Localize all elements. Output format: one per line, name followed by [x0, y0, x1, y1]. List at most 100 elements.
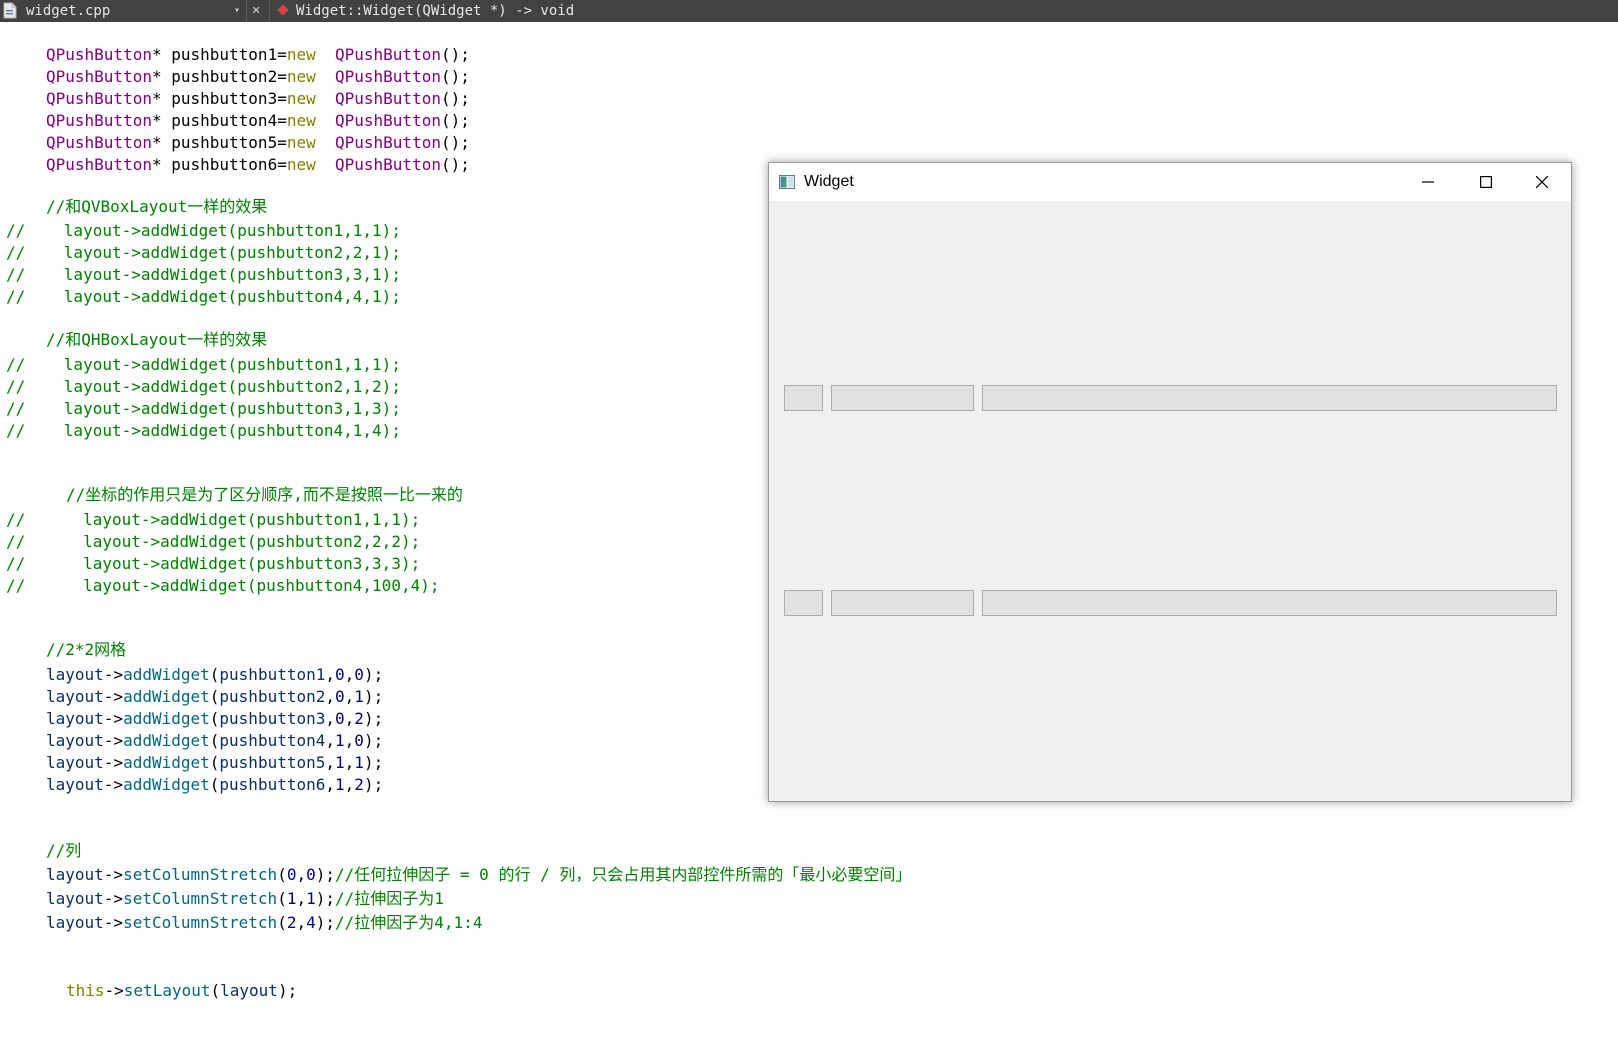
code-comment: // layout->addWidget(pushbutton4,100,4);	[6, 576, 440, 595]
code-token: 0	[335, 709, 345, 728]
code-token: ,	[296, 865, 307, 884]
code-line: layout->addWidget(pushbutton5,1,1);	[46, 753, 383, 773]
code-token: //拉伸因子为4,1:4	[335, 913, 483, 932]
code-token: ();	[440, 133, 470, 152]
pushbutton5[interactable]	[831, 590, 974, 616]
symbol-selector[interactable]: Widget::Widget(QWidget *) -> void	[296, 2, 574, 20]
maximize-button[interactable]	[1457, 163, 1515, 201]
code-token: * pushbutton2=	[151, 67, 287, 86]
code-token: layout	[46, 731, 104, 750]
code-token: (	[210, 981, 221, 1000]
code-token: ->	[103, 865, 124, 884]
code-token: ->	[103, 753, 124, 772]
code-token: addWidget	[123, 775, 210, 794]
code-token: );	[363, 753, 384, 772]
code-comment: //和QHBoxLayout一样的效果	[46, 330, 268, 349]
code-token: );	[315, 913, 336, 932]
code-token: 0	[306, 865, 316, 884]
close-document-button[interactable]: ✕	[252, 1, 260, 19]
code-token: ,	[325, 665, 336, 684]
code-token: ,	[296, 913, 307, 932]
pushbutton1[interactable]	[784, 385, 823, 411]
code-token: setColumnStretch	[123, 913, 278, 932]
code-token: ,	[325, 731, 336, 750]
code-token: layout	[46, 913, 104, 932]
code-token: (	[209, 753, 220, 772]
code-token: 2	[354, 775, 364, 794]
code-token: layout	[46, 865, 104, 884]
code-token: pushbutton2	[219, 687, 326, 706]
code-token: ();	[440, 89, 470, 108]
code-token: ();	[440, 45, 470, 64]
code-token: layout	[46, 665, 104, 684]
pushbutton4[interactable]	[784, 590, 823, 616]
window-titlebar[interactable]: Widget	[769, 163, 1571, 201]
editor-toolbar: widget.cpp ▾ ✕ Widget::Widget(QWidget *)…	[0, 0, 1618, 22]
code-token: 0	[354, 731, 364, 750]
code-line: this->setLayout(layout);	[66, 981, 297, 1001]
minimize-icon	[1422, 181, 1434, 183]
code-line: layout->addWidget(pushbutton3,0,2);	[46, 709, 383, 729]
code-comment: // layout->addWidget(pushbutton4,4,1);	[6, 287, 401, 306]
code-line: layout->addWidget(pushbutton4,1,0);	[46, 731, 383, 751]
code-token: layout	[46, 753, 104, 772]
code-token: );	[363, 665, 384, 684]
maximize-icon	[1480, 176, 1492, 188]
code-token: ->	[103, 731, 124, 750]
code-line: QPushButton* pushbutton3=new QPushButton…	[46, 89, 470, 109]
code-token: QPushButton	[335, 155, 441, 174]
code-comment: //和QVBoxLayout一样的效果	[46, 197, 268, 216]
code-token: (	[277, 889, 287, 908]
code-token: );	[277, 981, 298, 1000]
chevron-down-icon[interactable]: ▾	[234, 2, 240, 20]
code-comment: // layout->addWidget(pushbutton1,1,1);	[6, 221, 401, 240]
code-token: addWidget	[123, 687, 210, 706]
minimize-button[interactable]	[1399, 163, 1457, 201]
code-token: ,	[344, 709, 355, 728]
pushbutton3[interactable]	[982, 385, 1557, 411]
code-token: layout	[220, 981, 278, 1000]
code-token: ,	[344, 665, 355, 684]
code-token: //拉伸因子为1	[335, 889, 444, 908]
code-token: QPushButton	[46, 67, 152, 86]
code-token: new	[286, 133, 316, 152]
code-token: (	[209, 709, 220, 728]
code-token: QPushButton	[46, 111, 152, 130]
widget-window[interactable]: Widget	[768, 162, 1572, 802]
code-token: );	[363, 709, 384, 728]
code-token: ,	[325, 709, 336, 728]
code-token: (	[277, 913, 287, 932]
code-token: 1	[354, 687, 364, 706]
code-token: pushbutton5	[219, 753, 326, 772]
code-token: ->	[103, 665, 124, 684]
pushbutton6[interactable]	[982, 590, 1557, 616]
code-token: ,	[325, 687, 336, 706]
pushbutton2[interactable]	[831, 385, 974, 411]
open-file-selector[interactable]: widget.cpp	[26, 2, 110, 20]
code-token: new	[286, 155, 316, 174]
code-token: (	[209, 687, 220, 706]
code-token: addWidget	[123, 709, 210, 728]
code-line: layout->addWidget(pushbutton6,1,2);	[46, 775, 383, 795]
code-token: layout	[46, 775, 104, 794]
code-token: QPushButton	[335, 133, 441, 152]
code-token: pushbutton6	[219, 775, 326, 794]
code-comment: //坐标的作用只是为了区分顺序,而不是按照一比一来的	[66, 485, 463, 504]
close-button[interactable]	[1513, 163, 1571, 201]
code-token: QPushButton	[335, 89, 441, 108]
code-token: ->	[104, 981, 124, 1000]
code-line: QPushButton* pushbutton1=new QPushButton…	[46, 45, 470, 65]
code-token: 1	[335, 753, 345, 772]
code-comment: //列	[46, 841, 82, 860]
code-token: new	[286, 111, 316, 130]
function-symbol-icon	[277, 4, 289, 16]
code-token: (	[209, 665, 220, 684]
code-token: );	[315, 865, 336, 884]
code-token: addWidget	[123, 665, 210, 684]
code-token: ,	[296, 889, 307, 908]
code-comment: // layout->addWidget(pushbutton2,1,2);	[6, 377, 401, 396]
toolbar-divider	[269, 0, 270, 22]
code-token: new	[286, 67, 316, 86]
code-comment: // layout->addWidget(pushbutton1,1,1);	[6, 510, 421, 529]
code-comment: // layout->addWidget(pushbutton4,1,4);	[6, 421, 401, 440]
